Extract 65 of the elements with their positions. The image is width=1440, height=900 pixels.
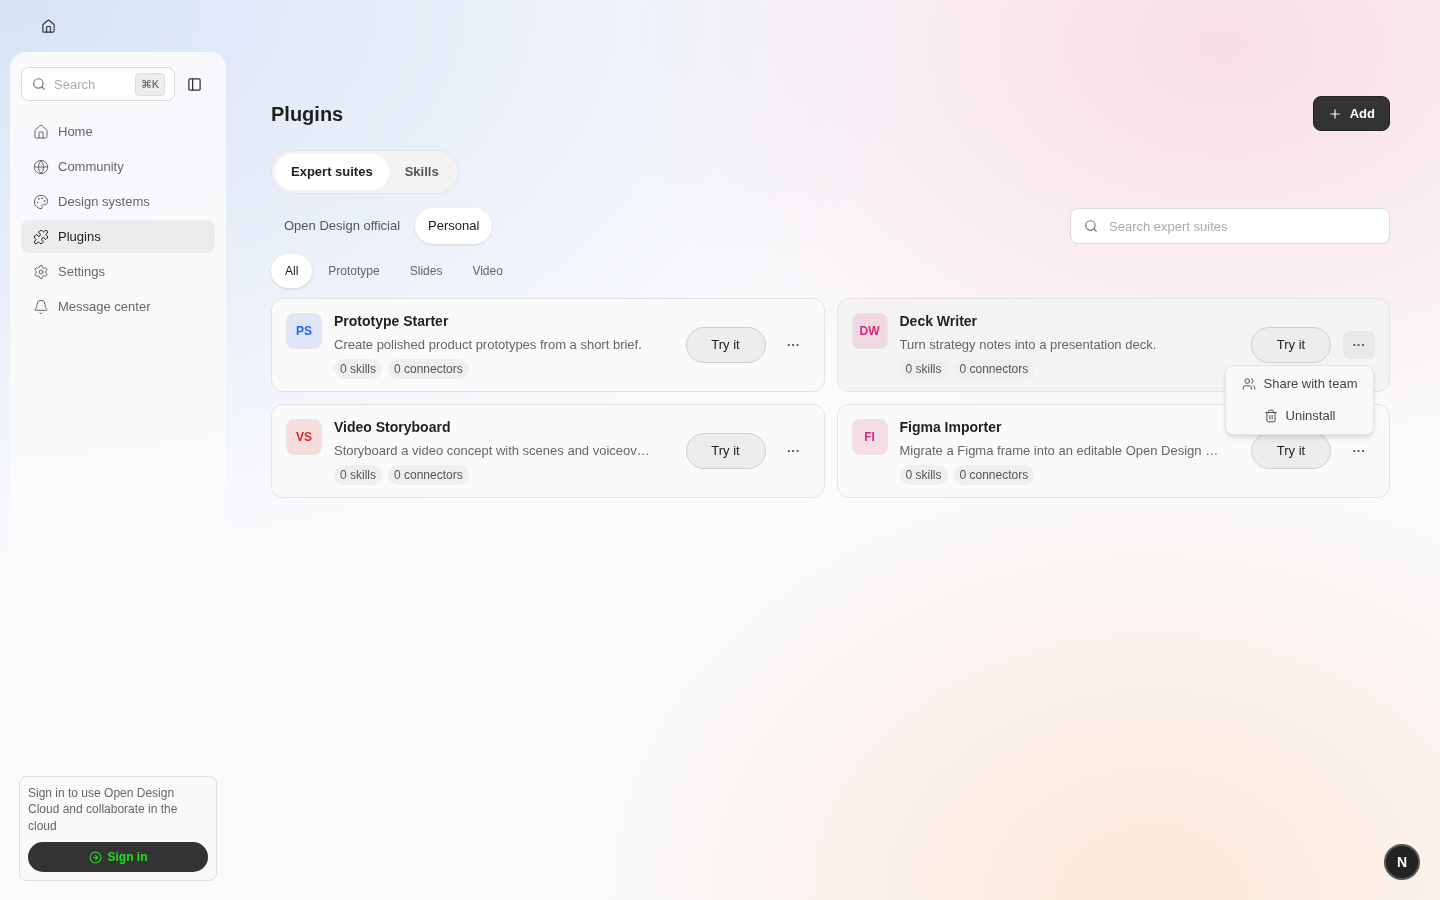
try-it-button[interactable]: Try it [685, 327, 766, 363]
add-button[interactable]: Add [1312, 96, 1390, 131]
shortcut-key: ⌘K [134, 73, 165, 96]
plugin-name: Prototype Starter [334, 311, 450, 331]
plugin-avatar: DW [851, 313, 888, 349]
plugin-name: Video Storyboard [334, 417, 452, 437]
filter-chip[interactable]: Video [458, 254, 517, 288]
tab[interactable]: Skills [388, 154, 455, 190]
sign-in-icon [88, 850, 102, 864]
plus-icon [1327, 106, 1342, 121]
try-it-button[interactable]: Try it [685, 433, 766, 469]
palette-icon [33, 193, 49, 210]
home-icon [33, 123, 49, 140]
trash-icon [1263, 409, 1278, 423]
nav-item[interactable]: Message center [21, 290, 215, 323]
filter-chip[interactable]: All [271, 254, 313, 288]
try-it-button[interactable]: Try it [1251, 327, 1331, 363]
home-icon[interactable] [41, 18, 56, 34]
plugin-name: Figma Importer [899, 417, 1003, 437]
plugin-avatar: FI [851, 419, 888, 455]
bell-icon [33, 298, 49, 315]
connectors-count: 0 connectors [953, 465, 1035, 486]
nav-item[interactable]: Plugins [21, 220, 215, 253]
plugin-description: Turn strategy notes into a presentation deck. [899, 335, 1158, 354]
search-icon [32, 77, 46, 91]
skills-count: 0 skills [899, 465, 948, 486]
plugin-avatar: PS [286, 313, 322, 349]
filter-chip[interactable]: Prototype [314, 254, 394, 288]
nav-item[interactable]: Home [21, 115, 215, 148]
more-button[interactable]: ··· [777, 331, 810, 359]
try-it-button[interactable]: Try it [1251, 433, 1331, 469]
more-button[interactable]: ··· [777, 437, 810, 465]
settings-icon [33, 263, 49, 280]
users-icon [1241, 377, 1256, 391]
plugin-description: Migrate a Figma frame into an editable Open Design … [899, 441, 1220, 460]
connectors-count: 0 connectors [953, 359, 1035, 380]
menu-item[interactable]: Share with team [1226, 368, 1373, 400]
skills-count: 0 skills [899, 359, 948, 380]
nav-item[interactable]: Settings [21, 255, 215, 288]
more-button[interactable]: ··· [1343, 437, 1375, 465]
sign-in-button[interactable]: Sign in [28, 842, 208, 872]
more-button[interactable]: ··· [1343, 331, 1375, 359]
sign-in-text: Sign in to use Open Design Cloud and collaborate in the cloud [28, 784, 179, 834]
plugin-avatar: VS [286, 419, 322, 455]
tab[interactable]: Expert suites [275, 154, 389, 190]
connectors-count: 0 connectors [388, 359, 469, 380]
menu-item[interactable]: Uninstall [1226, 400, 1373, 432]
nav-item[interactable]: Community [21, 150, 215, 183]
skills-count: 0 skills [334, 465, 382, 486]
skills-count: 0 skills [334, 359, 382, 380]
plugin-description: Storyboard a video concept with scenes and voiceov… [334, 441, 651, 460]
connectors-count: 0 connectors [388, 465, 469, 486]
sidebar-toggle-icon[interactable] [187, 76, 202, 92]
search-icon [1084, 219, 1098, 233]
source-tab[interactable]: Personal [415, 208, 493, 244]
filter-chip[interactable]: Slides [395, 254, 457, 288]
plugin-description: Create polished product prototypes from a short brief. [334, 335, 643, 354]
puzzle-icon [33, 228, 49, 245]
source-tab[interactable]: Open Design official [271, 208, 414, 244]
nav-item[interactable]: Design systems [21, 185, 215, 218]
search-field[interactable]: Search expert suites [1070, 208, 1390, 244]
corner-button[interactable]: N [1384, 844, 1420, 880]
page-title: Plugins [271, 101, 344, 127]
globe-icon [33, 158, 49, 175]
plugin-name: Deck Writer [899, 311, 979, 331]
